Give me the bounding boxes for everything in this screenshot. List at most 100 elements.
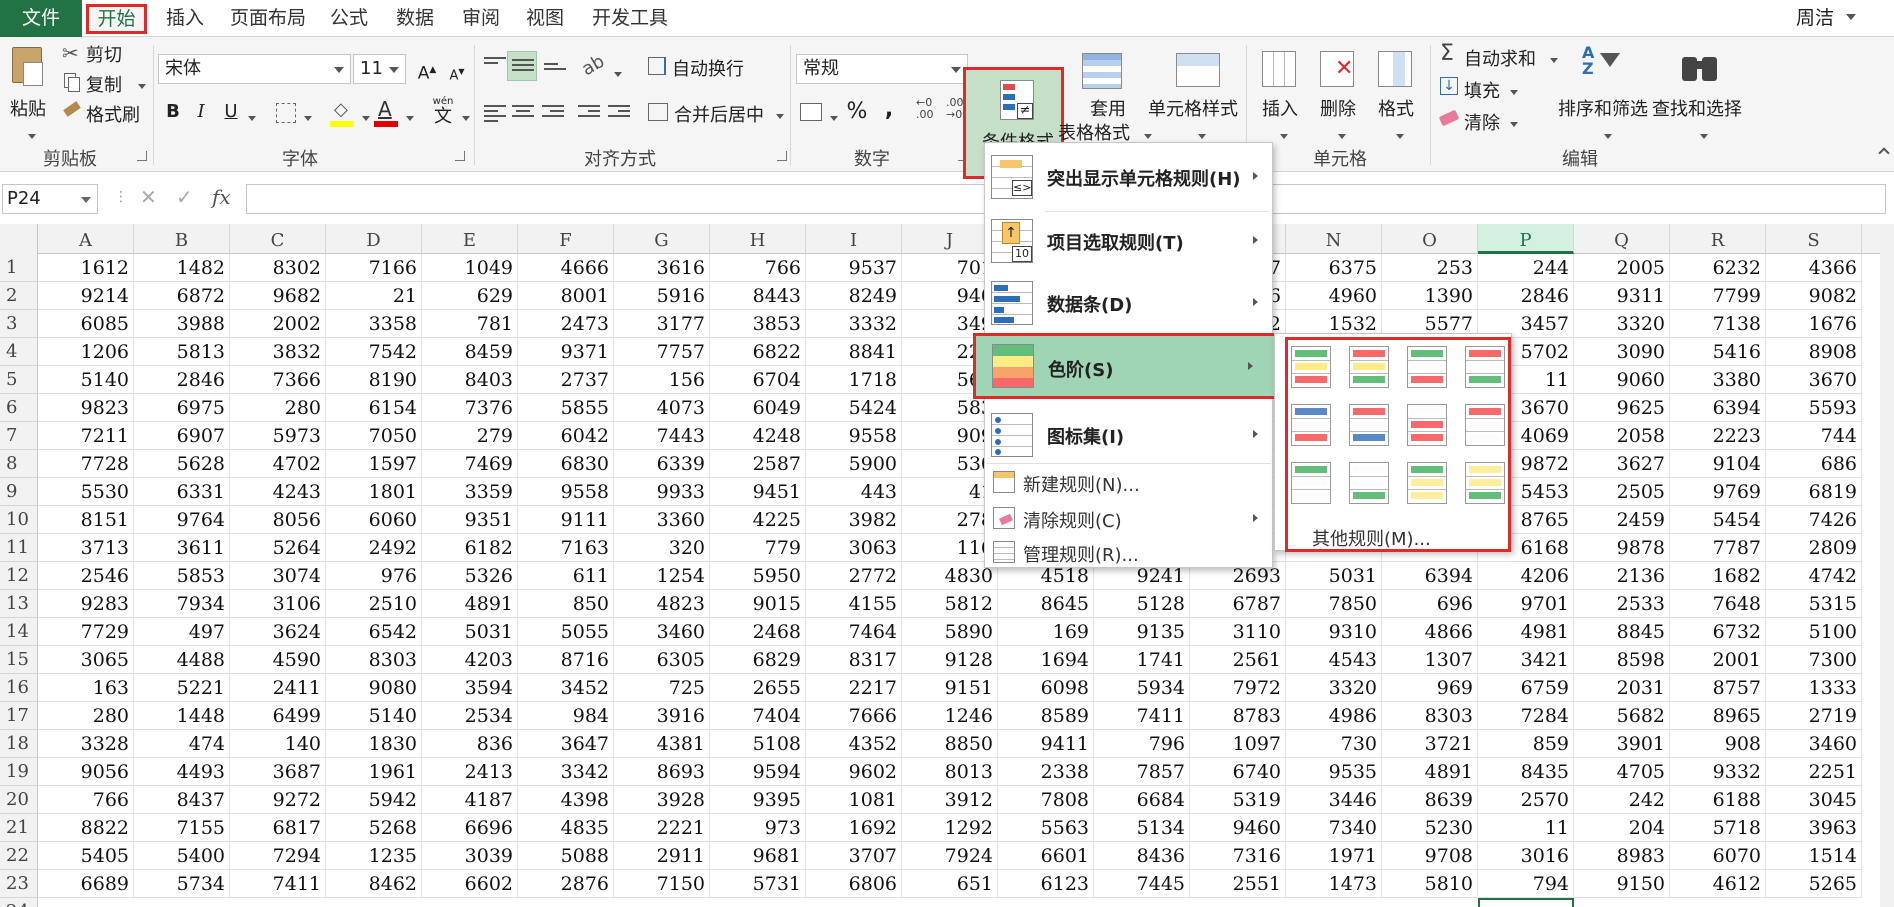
cell[interactable]: 5563 xyxy=(998,814,1094,842)
cell[interactable]: 3916 xyxy=(614,702,710,730)
align-top-icon[interactable] xyxy=(484,57,506,75)
cell[interactable]: 976 xyxy=(326,562,422,590)
menu-clear-rules[interactable]: 清除规则(C) xyxy=(985,501,1272,535)
cell[interactable]: 1692 xyxy=(806,814,902,842)
cell[interactable]: 1473 xyxy=(1286,870,1382,898)
format-as-table-button[interactable]: 套用 表格格式 xyxy=(1058,43,1152,144)
cell[interactable]: 5268 xyxy=(326,814,422,842)
row-header[interactable]: 14 xyxy=(0,618,38,646)
cell[interactable]: 1682 xyxy=(1670,562,1766,590)
cell[interactable]: 6817 xyxy=(230,814,326,842)
insert-cells-button[interactable]: 插入 xyxy=(1256,43,1306,143)
cell[interactable]: 9111 xyxy=(518,506,614,534)
row-header[interactable]: 4 xyxy=(0,338,38,366)
cell[interactable]: 5221 xyxy=(134,674,230,702)
cell[interactable]: 9311 xyxy=(1574,282,1670,310)
active-cell[interactable] xyxy=(1478,898,1574,907)
cell[interactable]: 9332 xyxy=(1670,758,1766,786)
cell[interactable]: 7924 xyxy=(902,842,998,870)
cell[interactable]: 7411 xyxy=(230,870,326,898)
cell[interactable]: 1448 xyxy=(134,702,230,730)
cell[interactable]: 2473 xyxy=(518,310,614,338)
cell[interactable]: 2846 xyxy=(1478,282,1574,310)
cell[interactable]: 8001 xyxy=(518,282,614,310)
find-select-button[interactable]: 查找和选择 xyxy=(1652,43,1748,143)
cell[interactable]: 794 xyxy=(1478,870,1574,898)
number-format-select[interactable]: 常规 xyxy=(796,54,968,84)
cell[interactable]: 3332 xyxy=(806,310,902,338)
cell[interactable]: 1971 xyxy=(1286,842,1382,870)
cell[interactable]: 850 xyxy=(518,590,614,618)
row-header[interactable]: 15 xyxy=(0,646,38,674)
cell-styles-button[interactable]: 单元格样式 xyxy=(1146,43,1256,143)
cell[interactable]: 1081 xyxy=(806,786,902,814)
cell[interactable]: 4243 xyxy=(230,478,326,506)
cell[interactable]: 6689 xyxy=(38,870,134,898)
cell[interactable]: 2223 xyxy=(1670,422,1766,450)
cell[interactable]: 7850 xyxy=(1286,590,1382,618)
orientation-icon[interactable]: ab xyxy=(578,51,608,80)
cell[interactable]: 5810 xyxy=(1382,870,1478,898)
cell[interactable]: 3713 xyxy=(38,534,134,562)
cell[interactable]: 1307 xyxy=(1382,646,1478,674)
cell[interactable]: 3063 xyxy=(806,534,902,562)
cell[interactable]: 7163 xyxy=(518,534,614,562)
cell[interactable]: 8403 xyxy=(422,366,518,394)
cell[interactable]: 7464 xyxy=(806,618,902,646)
cell[interactable]: 9535 xyxy=(1286,758,1382,786)
color-scale-option[interactable] xyxy=(1407,346,1447,388)
align-left-icon[interactable] xyxy=(484,105,506,123)
tab-data[interactable]: 数据 xyxy=(388,0,442,37)
cell[interactable]: 3721 xyxy=(1382,730,1478,758)
cell[interactable]: 3624 xyxy=(230,618,326,646)
cell[interactable]: 5731 xyxy=(710,870,806,898)
cell[interactable]: 5900 xyxy=(806,450,902,478)
tab-formulas[interactable]: 公式 xyxy=(322,0,376,37)
phonetic-icon[interactable]: wén 文 xyxy=(428,97,458,131)
cell[interactable]: 9558 xyxy=(806,422,902,450)
cell[interactable]: 7294 xyxy=(230,842,326,870)
cell[interactable]: 6787 xyxy=(1190,590,1286,618)
accounting-icon[interactable] xyxy=(800,103,822,121)
cell[interactable]: 163 xyxy=(38,674,134,702)
font-launcher-icon[interactable] xyxy=(455,151,465,161)
cell[interactable]: 6232 xyxy=(1670,254,1766,282)
cell[interactable]: 3647 xyxy=(518,730,614,758)
cell[interactable]: 5108 xyxy=(710,730,806,758)
tab-home[interactable]: 开始 xyxy=(86,4,147,34)
cell[interactable]: 7426 xyxy=(1766,506,1862,534)
cell[interactable]: 6822 xyxy=(710,338,806,366)
cell[interactable]: 253 xyxy=(1382,254,1478,282)
cell[interactable]: 7857 xyxy=(1094,758,1190,786)
cell[interactable]: 4866 xyxy=(1382,618,1478,646)
sort-filter-button[interactable]: AZ 排序和筛选 xyxy=(1556,43,1652,143)
cell[interactable]: 6154 xyxy=(326,394,422,422)
cell[interactable]: 8443 xyxy=(710,282,806,310)
cell[interactable]: 7787 xyxy=(1670,534,1766,562)
user-menu-caret[interactable] xyxy=(1846,14,1856,20)
borders-icon[interactable] xyxy=(276,103,296,123)
cell[interactable]: 1514 xyxy=(1766,842,1862,870)
merge-center-button[interactable]: 合并后居中 xyxy=(648,99,788,127)
align-middle-icon[interactable] xyxy=(512,59,534,77)
cell[interactable]: 280 xyxy=(38,702,134,730)
cell[interactable]: 9594 xyxy=(710,758,806,786)
row-header[interactable]: 5 xyxy=(0,366,38,394)
cell[interactable]: 8965 xyxy=(1670,702,1766,730)
cell[interactable]: 4742 xyxy=(1766,562,1862,590)
cell[interactable]: 2911 xyxy=(614,842,710,870)
cell[interactable]: 1961 xyxy=(326,758,422,786)
cell[interactable]: 6829 xyxy=(710,646,806,674)
row-header[interactable]: 7 xyxy=(0,422,38,450)
cell[interactable]: 3380 xyxy=(1670,366,1766,394)
cell[interactable]: 6331 xyxy=(134,478,230,506)
cell[interactable]: 9272 xyxy=(230,786,326,814)
cell[interactable]: 984 xyxy=(518,702,614,730)
cell[interactable]: 5405 xyxy=(38,842,134,870)
cell[interactable]: 3074 xyxy=(230,562,326,590)
copy-button[interactable]: 复制 xyxy=(62,71,152,96)
cell[interactable]: 11 xyxy=(1478,814,1574,842)
cell[interactable]: 5088 xyxy=(518,842,614,870)
cell[interactable]: 6872 xyxy=(134,282,230,310)
cell[interactable]: 3328 xyxy=(38,730,134,758)
